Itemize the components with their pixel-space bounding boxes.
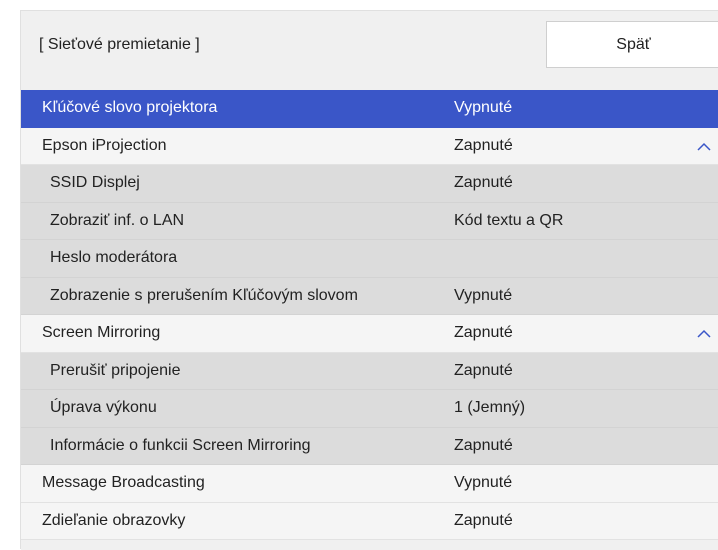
row-label: Screen Mirroring <box>42 324 161 341</box>
row-value: Zapnuté <box>454 324 513 341</box>
row-value: Zapnuté <box>454 511 513 529</box>
row-label: Zobraziť inf. o LAN <box>50 211 185 229</box>
submenu-row[interactable]: Prerušiť pripojenie Zapnuté <box>21 352 718 390</box>
row-label: Epson iProjection <box>42 136 167 154</box>
menu-row[interactable]: Kľúčové slovo projektora Vypnuté <box>21 90 718 128</box>
submenu-row[interactable]: Úprava výkonu 1 (Jemný) <box>21 390 718 428</box>
submenu-row[interactable]: Zobrazenie s prerušením Kľúčovým slovom V… <box>21 277 718 315</box>
settings-panel: [ Sieťové premietanie ] Späť Kľúčové slo… <box>20 10 718 550</box>
row-value: Zapnuté <box>454 174 513 191</box>
back-button[interactable]: Späť <box>546 21 718 68</box>
menu-row[interactable]: Screen Mirroring Zapnuté <box>21 315 718 353</box>
row-value: Vypnuté <box>454 99 513 116</box>
chevron-up-icon[interactable] <box>697 140 711 154</box>
row-value: Kód textu a QR <box>454 211 564 229</box>
row-label: Kľúčové slovo projektora <box>42 99 218 116</box>
submenu-row[interactable]: Heslo moderátora <box>21 240 718 278</box>
row-label: Prerušiť pripojenie <box>50 361 181 379</box>
submenu-row[interactable]: Zobraziť inf. o LAN Kód textu a QR <box>21 202 718 240</box>
row-value: Vypnuté <box>454 474 513 491</box>
menu-row[interactable]: Zdieľanie obrazovky Zapnuté <box>21 502 718 540</box>
header: [ Sieťové premietanie ] Späť <box>21 11 718 88</box>
menu-row[interactable]: Message Broadcasting Vypnuté <box>21 465 718 503</box>
row-label: Úprava výkonu <box>50 399 157 416</box>
page-title: [ Sieťové premietanie ] <box>39 36 200 53</box>
row-value: Zapnuté <box>454 361 513 379</box>
row-label: SSID Displej <box>50 174 140 191</box>
row-label: Informácie o funkcii Screen Mirroring <box>50 436 311 454</box>
row-label: Message Broadcasting <box>42 474 205 491</box>
row-label: Heslo moderátora <box>50 249 178 266</box>
chevron-up-icon[interactable] <box>697 327 711 341</box>
submenu-row[interactable]: SSID Displej Zapnuté <box>21 165 718 203</box>
row-label: Zobrazenie s prerušením Kľúčovým slovom <box>50 286 358 304</box>
menu-row[interactable]: Epson iProjection Zapnuté <box>21 127 718 165</box>
row-value: 1 (Jemný) <box>454 399 526 416</box>
settings-list: Kľúčové slovo projektora Vypnuté Epson iPr… <box>21 90 718 540</box>
row-value: Vypnuté <box>454 286 513 304</box>
submenu-row[interactable]: Informácie o funkcii Screen Mirroring Zap… <box>21 427 718 465</box>
row-value: Zapnuté <box>454 136 513 154</box>
row-value: Zapnuté <box>454 436 513 454</box>
row-label: Zdieľanie obrazovky <box>42 511 186 529</box>
